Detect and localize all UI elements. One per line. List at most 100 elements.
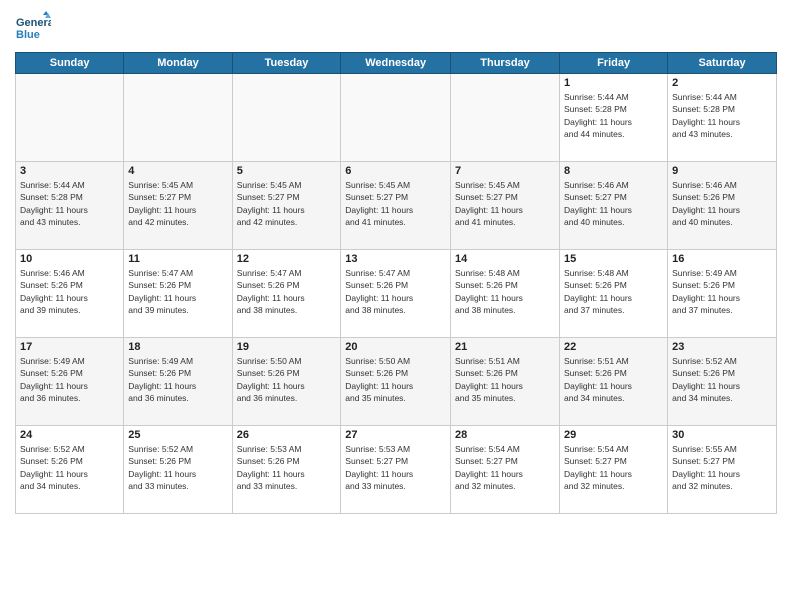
day-info-8: Sunrise: 5:46 AMSunset: 5:27 PMDaylight:… xyxy=(564,179,663,228)
day-cell-8: 8 Sunrise: 5:46 AMSunset: 5:27 PMDaylight… xyxy=(560,162,668,250)
day-info-1: Sunrise: 5:44 AMSunset: 5:28 PMDaylight:… xyxy=(564,91,663,140)
week-row-5: 24 Sunrise: 5:52 AMSunset: 5:26 PMDayligh… xyxy=(16,426,777,514)
weekday-header-row: SundayMondayTuesdayWednesdayThursdayFrid… xyxy=(16,53,777,74)
week-row-3: 10 Sunrise: 5:46 AMSunset: 5:26 PMDayligh… xyxy=(16,250,777,338)
svg-text:Blue: Blue xyxy=(16,29,40,41)
day-number-12: 12 xyxy=(237,253,337,265)
day-cell-23: 23 Sunrise: 5:52 AMSunset: 5:26 PMDayligh… xyxy=(668,338,777,426)
day-info-29: Sunrise: 5:54 AMSunset: 5:27 PMDaylight:… xyxy=(564,443,663,492)
day-number-23: 23 xyxy=(672,341,772,353)
day-info-15: Sunrise: 5:48 AMSunset: 5:26 PMDaylight:… xyxy=(564,267,663,316)
day-number-27: 27 xyxy=(345,429,446,441)
day-number-10: 10 xyxy=(20,253,119,265)
day-number-14: 14 xyxy=(455,253,555,265)
day-number-8: 8 xyxy=(564,165,663,177)
day-info-13: Sunrise: 5:47 AMSunset: 5:26 PMDaylight:… xyxy=(345,267,446,316)
day-info-18: Sunrise: 5:49 AMSunset: 5:26 PMDaylight:… xyxy=(128,355,227,404)
day-number-15: 15 xyxy=(564,253,663,265)
day-cell-19: 19Sunrise: 5:50 AMSunset: 5:26 PMDayligh… xyxy=(232,338,341,426)
week-row-1: 1 Sunrise: 5:44 AMSunset: 5:28 PMDaylight… xyxy=(16,74,777,162)
day-info-16: Sunrise: 5:49 AMSunset: 5:26 PMDaylight:… xyxy=(672,267,772,316)
day-cell-empty xyxy=(16,74,124,162)
day-number-16: 16 xyxy=(672,253,772,265)
day-cell-16: 16 Sunrise: 5:49 AMSunset: 5:26 PMDayligh… xyxy=(668,250,777,338)
day-cell-21: 21 Sunrise: 5:51 AMSunset: 5:26 PMDayligh… xyxy=(451,338,560,426)
day-cell-10: 10 Sunrise: 5:46 AMSunset: 5:26 PMDayligh… xyxy=(16,250,124,338)
day-number-5: 5 xyxy=(237,165,337,177)
day-cell-1: 1 Sunrise: 5:44 AMSunset: 5:28 PMDaylight… xyxy=(560,74,668,162)
day-info-20: Sunrise: 5:50 AMSunset: 5:26 PMDaylight:… xyxy=(345,355,446,404)
day-info-27: Sunrise: 5:53 AMSunset: 5:27 PMDaylight:… xyxy=(345,443,446,492)
day-cell-empty xyxy=(451,74,560,162)
day-cell-28: 28Sunrise: 5:54 AMSunset: 5:27 PMDayligh… xyxy=(451,426,560,514)
weekday-header-saturday: Saturday xyxy=(668,53,777,74)
weekday-header-wednesday: Wednesday xyxy=(341,53,451,74)
day-number-3: 3 xyxy=(20,165,119,177)
day-number-20: 20 xyxy=(345,341,446,353)
day-number-2: 2 xyxy=(672,77,772,89)
day-number-9: 9 xyxy=(672,165,772,177)
day-cell-20: 20 Sunrise: 5:50 AMSunset: 5:26 PMDayligh… xyxy=(341,338,451,426)
day-cell-15: 15 Sunrise: 5:48 AMSunset: 5:26 PMDayligh… xyxy=(560,250,668,338)
day-info-19: Sunrise: 5:50 AMSunset: 5:26 PMDaylight:… xyxy=(237,355,337,404)
day-info-3: Sunrise: 5:44 AMSunset: 5:28 PMDaylight:… xyxy=(20,179,119,228)
day-cell-14: 14 Sunrise: 5:48 AMSunset: 5:26 PMDayligh… xyxy=(451,250,560,338)
day-cell-18: 18Sunrise: 5:49 AMSunset: 5:26 PMDayligh… xyxy=(124,338,232,426)
day-info-23: Sunrise: 5:52 AMSunset: 5:26 PMDaylight:… xyxy=(672,355,772,404)
day-cell-11: 11Sunrise: 5:47 AMSunset: 5:26 PMDayligh… xyxy=(124,250,232,338)
logo: General Blue xyxy=(15,10,51,46)
weekday-header-tuesday: Tuesday xyxy=(232,53,341,74)
page: General Blue SundayMondayTuesdayWednesda… xyxy=(0,0,792,612)
svg-text:General: General xyxy=(16,17,51,29)
day-number-13: 13 xyxy=(345,253,446,265)
day-info-6: Sunrise: 5:45 AMSunset: 5:27 PMDaylight:… xyxy=(345,179,446,228)
day-info-10: Sunrise: 5:46 AMSunset: 5:26 PMDaylight:… xyxy=(20,267,119,316)
calendar: SundayMondayTuesdayWednesdayThursdayFrid… xyxy=(15,52,777,514)
day-number-1: 1 xyxy=(564,77,663,89)
day-info-30: Sunrise: 5:55 AMSunset: 5:27 PMDaylight:… xyxy=(672,443,772,492)
day-info-7: Sunrise: 5:45 AMSunset: 5:27 PMDaylight:… xyxy=(455,179,555,228)
day-number-4: 4 xyxy=(128,165,227,177)
day-number-24: 24 xyxy=(20,429,119,441)
day-cell-empty xyxy=(124,74,232,162)
weekday-header-sunday: Sunday xyxy=(16,53,124,74)
day-info-12: Sunrise: 5:47 AMSunset: 5:26 PMDaylight:… xyxy=(237,267,337,316)
day-number-7: 7 xyxy=(455,165,555,177)
day-number-17: 17 xyxy=(20,341,119,353)
day-cell-9: 9 Sunrise: 5:46 AMSunset: 5:26 PMDaylight… xyxy=(668,162,777,250)
day-cell-empty xyxy=(232,74,341,162)
day-number-28: 28 xyxy=(455,429,555,441)
week-row-2: 3 Sunrise: 5:44 AMSunset: 5:28 PMDaylight… xyxy=(16,162,777,250)
day-number-30: 30 xyxy=(672,429,772,441)
day-cell-empty xyxy=(341,74,451,162)
day-info-11: Sunrise: 5:47 AMSunset: 5:26 PMDaylight:… xyxy=(128,267,227,316)
day-info-21: Sunrise: 5:51 AMSunset: 5:26 PMDaylight:… xyxy=(455,355,555,404)
day-cell-30: 30 Sunrise: 5:55 AMSunset: 5:27 PMDayligh… xyxy=(668,426,777,514)
weekday-header-thursday: Thursday xyxy=(451,53,560,74)
day-number-6: 6 xyxy=(345,165,446,177)
day-info-26: Sunrise: 5:53 AMSunset: 5:26 PMDaylight:… xyxy=(237,443,337,492)
weekday-header-friday: Friday xyxy=(560,53,668,74)
day-cell-5: 5 Sunrise: 5:45 AMSunset: 5:27 PMDaylight… xyxy=(232,162,341,250)
day-number-21: 21 xyxy=(455,341,555,353)
day-cell-17: 17 Sunrise: 5:49 AMSunset: 5:26 PMDayligh… xyxy=(16,338,124,426)
day-info-2: Sunrise: 5:44 AMSunset: 5:28 PMDaylight:… xyxy=(672,91,772,140)
day-info-24: Sunrise: 5:52 AMSunset: 5:26 PMDaylight:… xyxy=(20,443,119,492)
day-cell-12: 12 Sunrise: 5:47 AMSunset: 5:26 PMDayligh… xyxy=(232,250,341,338)
day-info-14: Sunrise: 5:48 AMSunset: 5:26 PMDaylight:… xyxy=(455,267,555,316)
logo-icon: General Blue xyxy=(15,10,51,46)
day-cell-25: 25Sunrise: 5:52 AMSunset: 5:26 PMDayligh… xyxy=(124,426,232,514)
day-cell-22: 22Sunrise: 5:51 AMSunset: 5:26 PMDayligh… xyxy=(560,338,668,426)
day-cell-26: 26 Sunrise: 5:53 AMSunset: 5:26 PMDayligh… xyxy=(232,426,341,514)
day-cell-3: 3 Sunrise: 5:44 AMSunset: 5:28 PMDaylight… xyxy=(16,162,124,250)
day-number-25: 25 xyxy=(128,429,227,441)
day-cell-27: 27 Sunrise: 5:53 AMSunset: 5:27 PMDayligh… xyxy=(341,426,451,514)
day-number-26: 26 xyxy=(237,429,337,441)
day-info-5: Sunrise: 5:45 AMSunset: 5:27 PMDaylight:… xyxy=(237,179,337,228)
day-number-29: 29 xyxy=(564,429,663,441)
day-cell-2: 2 Sunrise: 5:44 AMSunset: 5:28 PMDaylight… xyxy=(668,74,777,162)
day-info-17: Sunrise: 5:49 AMSunset: 5:26 PMDaylight:… xyxy=(20,355,119,404)
day-cell-4: 4Sunrise: 5:45 AMSunset: 5:27 PMDaylight… xyxy=(124,162,232,250)
header: General Blue xyxy=(15,10,777,46)
day-info-9: Sunrise: 5:46 AMSunset: 5:26 PMDaylight:… xyxy=(672,179,772,228)
